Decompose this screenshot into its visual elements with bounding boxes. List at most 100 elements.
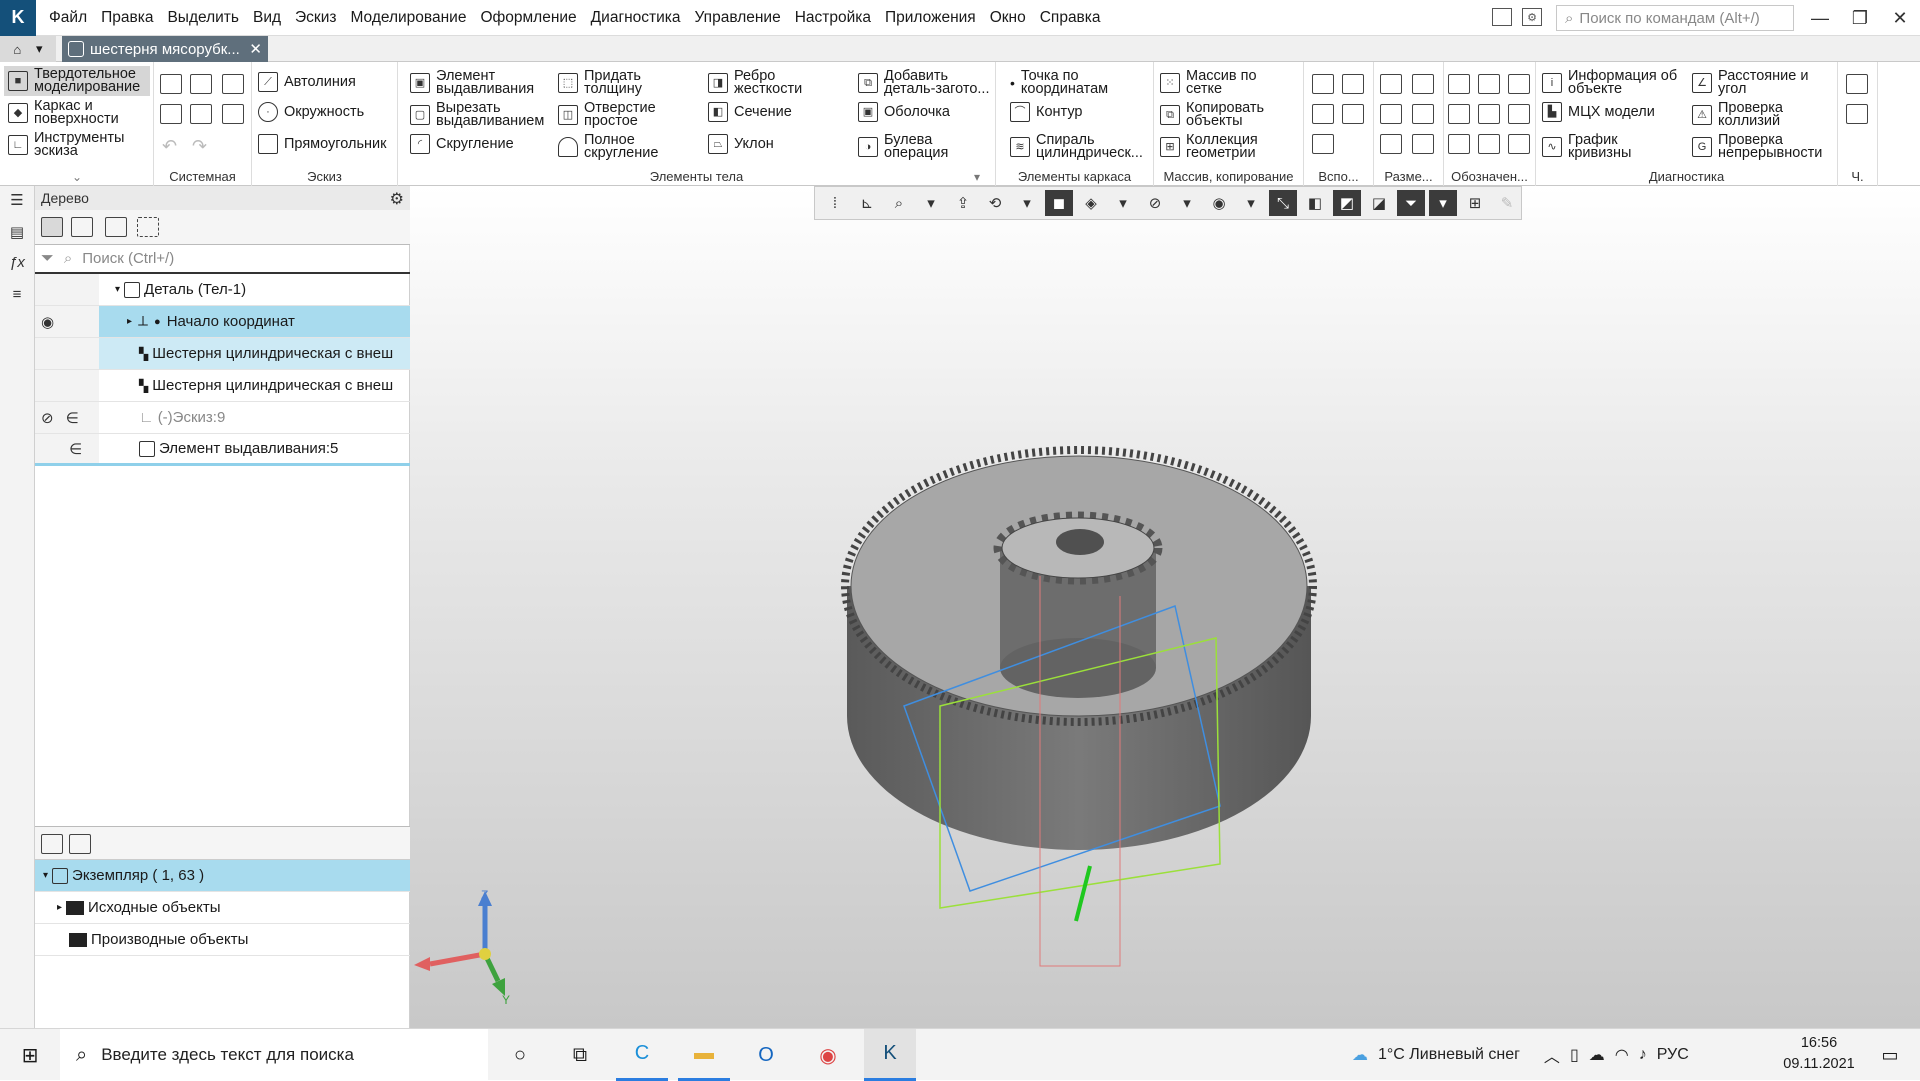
tree-row-source-objects[interactable]: ▸ Исходные объекты [35,892,410,924]
expand-arrow-icon[interactable]: ▸ [57,902,62,913]
variables-fx-icon[interactable]: ƒx [7,252,27,272]
minimize-button[interactable]: — [1800,0,1840,36]
autoline-button[interactable]: ⟋ Автолиния [258,72,356,92]
taskbar-search-input[interactable]: ⌕ Введите здесь текст для поиска [60,1029,488,1081]
contour-button[interactable]: ⌒ Контур [1010,102,1082,122]
point-by-coords-button[interactable]: • Точка по координатам [1010,69,1131,97]
file-explorer-icon[interactable]: ▬ [678,1029,730,1081]
expand-arrow-icon[interactable]: ▾ [43,870,48,881]
dim-edit-icon[interactable] [1412,134,1434,154]
thread-mark-icon[interactable] [1448,74,1470,94]
roughness-icon[interactable] [1508,74,1530,94]
radial-dim-icon[interactable] [1412,74,1434,94]
filter-icon[interactable]: ⏷ [41,250,54,268]
outlook-icon[interactable]: O [740,1029,792,1081]
curvature-graph-button[interactable]: ∿ График кривизны [1542,133,1658,160]
geometry-collection-button[interactable]: ⊞ Коллекция геометрии [1160,133,1296,160]
tree-panel-icon[interactable]: ☰ [7,190,27,210]
menu-edit[interactable]: Правка [94,0,160,36]
rectangle-button[interactable]: Прямоугольник [258,134,386,154]
thicken-button[interactable]: ⬚ Придать толщину [558,69,664,96]
tree-structure-icon[interactable] [41,217,63,237]
ch-icon-2[interactable] [1846,104,1868,124]
tree-row-origin[interactable]: ◉ ▸ ⟂ ● Начало координат [35,306,410,338]
mode-sketch-tools[interactable]: ∟ Инструменты эскиза [4,130,150,160]
fillet-button[interactable]: ◜ Скругление [410,134,514,154]
menu-manage[interactable]: Управление [688,0,788,36]
new-document-icon[interactable] [160,74,182,94]
weather-icon[interactable]: ☁ [1352,1045,1368,1065]
base-mark-icon[interactable] [1478,74,1500,94]
app-logo[interactable]: K [0,0,36,36]
print-icon[interactable] [160,104,182,124]
settings-gear-icon[interactable]: ⚙ [1522,8,1542,26]
extrude-button[interactable]: ▣ Элемент выдавливания [410,69,544,96]
text-mark-icon[interactable] [1448,134,1470,154]
chevron-up-icon[interactable]: ︿ [1544,1043,1560,1067]
save-all-icon[interactable] [222,104,244,124]
object-info-button[interactable]: i Информация об объекте [1542,69,1678,96]
restore-button[interactable]: ❐ [1840,0,1880,36]
menu-window[interactable]: Окно [983,0,1033,36]
menu-apps[interactable]: Приложения [878,0,983,36]
aux-curve-icon[interactable] [1312,134,1334,154]
tree-row-gear-2[interactable]: ▚ Шестерня цилиндрическая с внеш [35,370,410,402]
leader-icon[interactable] [1448,104,1470,124]
cortana-circle-icon[interactable]: ○ [494,1029,546,1081]
aux-axis-icon[interactable] [1342,74,1364,94]
shell-button[interactable]: ▣ Оболочка [858,102,950,122]
save-icon[interactable] [222,74,244,94]
home-tab[interactable]: ⌂ ▾ [0,36,56,62]
marking-icon[interactable] [1508,134,1530,154]
layers-icon[interactable]: ≡ [7,284,27,304]
command-search-input[interactable]: ⌕ Поиск по командам (Alt+/) [1556,5,1794,31]
document-tab[interactable]: шестерня мясорубк... ✕ [62,36,268,62]
tree-row-instance[interactable]: ▾ Экземпляр ( 1, 63 ) [35,860,410,892]
weather-text[interactable]: 1°C Ливневый снег [1378,1046,1520,1064]
menu-select[interactable]: Выделить [160,0,246,36]
hidden-eye-icon[interactable]: ⊘ [41,409,54,427]
include-icon[interactable]: ∈ [69,440,82,458]
tree-select-icon[interactable] [137,217,159,237]
draft-button[interactable]: ⏢ Уклон [708,134,774,154]
properties-panel-icon[interactable]: ▤ [7,222,27,242]
helix-button[interactable]: ≋ Спираль цилиндрическ... [1010,133,1154,160]
tree-row-part[interactable]: ▾ Деталь (Тел-1) [35,274,410,306]
chevron-down-icon[interactable]: ▾ [36,41,43,57]
language-indicator[interactable]: РУС [1657,1046,1689,1064]
expand-arrow-icon[interactable]: ▾ [115,284,120,295]
menu-view[interactable]: Вид [246,0,288,36]
add-blank-part-button[interactable]: ⧉ Добавить деталь-загото... [858,69,996,96]
diameter-dim-icon[interactable] [1412,104,1434,124]
copy-objects-button[interactable]: ⧉ Копировать объекты [1160,101,1296,128]
layout-icon[interactable] [1492,8,1512,26]
linear-dim-icon[interactable] [1380,74,1402,94]
device-icon[interactable]: ▯ [1570,1045,1579,1065]
expand-arrow-icon[interactable]: ▸ [127,316,132,327]
tolerance-icon[interactable] [1478,104,1500,124]
gear-3d-model[interactable]: Z Y [410,186,1920,1028]
hole-button[interactable]: ◫ Отверстие простое [558,101,668,128]
tree-row-extrusion[interactable]: ∈ Элемент выдавливания:5 [35,434,410,466]
3d-viewport[interactable]: ⁞ ⊾ ⌕ ▾ ⇪ ⟲ ▾ ◼ ◈ ▾ ⊘ ▾ ◉ ▾ ⤡ ◧ ◩ ◪ ⏷ ▾ … [410,186,1920,1028]
volume-icon[interactable]: ♪ [1639,1046,1647,1064]
continuity-check-button[interactable]: G Проверка непрерывности [1692,133,1838,160]
open-folder-icon[interactable] [190,74,212,94]
collision-check-button[interactable]: ⚠ Проверка коллизий [1692,101,1808,128]
menu-file[interactable]: Файл [42,0,94,36]
mass-properties-button[interactable]: ▙ МЦХ модели [1542,102,1655,122]
tree-row-sketch[interactable]: ⊘ ∈ ∟ (-)Эскиз:9 [35,402,410,434]
menu-design[interactable]: Оформление [473,0,583,36]
aux-line-icon[interactable] [1312,104,1334,124]
undo-icon[interactable]: ↶ [162,136,177,157]
mode-solid-modeling[interactable]: ■ Твердотельное моделирование [4,66,150,96]
system-clock[interactable]: 16:56 09.11.2021 [1776,1033,1862,1077]
tree-row-gear-1[interactable]: ▚ Шестерня цилиндрическая с внеш [35,338,410,370]
section-button[interactable]: ◧ Сечение [708,102,792,122]
position-mark-icon[interactable] [1508,104,1530,124]
tree-row-derived-objects[interactable]: Производные объекты [35,924,410,956]
preview-icon[interactable] [190,104,212,124]
visible-eye-icon[interactable]: ◉ [41,313,54,331]
menu-settings[interactable]: Настройка [788,0,878,36]
tree-display-icon[interactable] [105,217,127,237]
